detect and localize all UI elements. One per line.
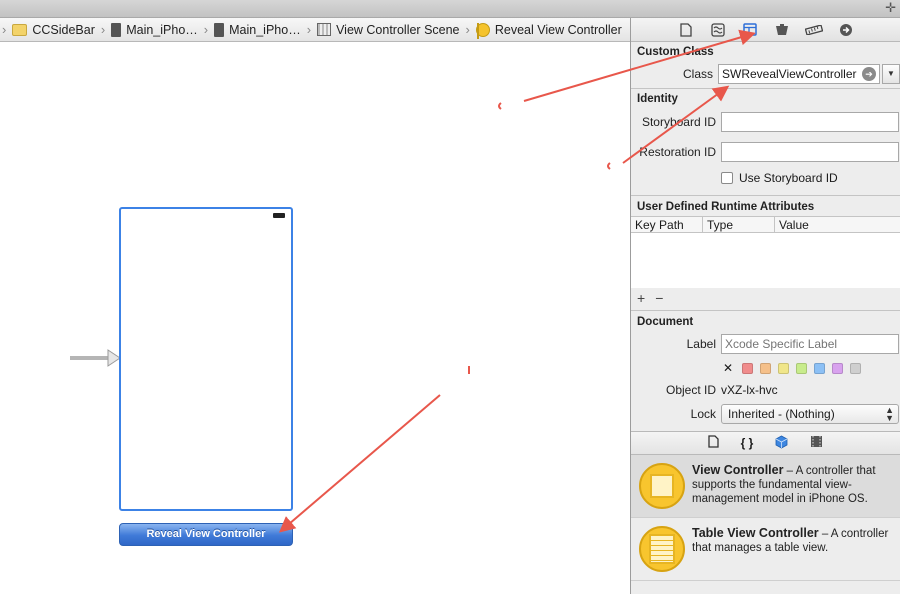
class-label: Class (682, 67, 713, 81)
breadcrumb-label: Reveal View Controller (494, 22, 622, 37)
object-id-value: vXZ-lx-hvc (721, 383, 778, 397)
use-storyboard-id-checkbox[interactable] (721, 172, 733, 184)
battery-icon (273, 213, 285, 218)
class-field[interactable]: SWRevealViewController (718, 64, 880, 84)
storyboard-canvas[interactable]: Reveal View Controller (0, 43, 630, 594)
object-library-icon[interactable] (775, 435, 788, 452)
code-snippets-icon[interactable]: { } (741, 436, 754, 450)
initial-scene-arrow-icon[interactable] (70, 349, 122, 367)
column-header-value[interactable]: Value (775, 217, 813, 232)
chevron-right-icon: › (203, 22, 209, 37)
storyboard-file-icon (214, 22, 225, 37)
label-color-swatch[interactable] (850, 362, 862, 374)
go-to-class-icon[interactable]: ➔ (862, 67, 876, 81)
breadcrumb-project[interactable]: CCSideBar (8, 18, 99, 41)
library-item-table-view-controller[interactable]: Table View Controller – A controller tha… (631, 518, 900, 581)
breadcrumb-label: CCSideBar (32, 22, 95, 37)
view-controller-icon (475, 22, 490, 37)
inspector-tab-bar (631, 18, 900, 42)
size-inspector-icon[interactable] (804, 21, 823, 39)
use-storyboard-id-checkbox-row[interactable]: Use Storyboard ID (631, 167, 900, 189)
label-color-swatch[interactable] (814, 362, 826, 374)
breadcrumb-label: Main_iPho… (126, 22, 198, 37)
folder-icon (12, 23, 28, 36)
runtime-attributes-body[interactable] (631, 233, 900, 288)
custom-class-heading: Custom Class (637, 46, 714, 58)
file-inspector-icon[interactable] (677, 21, 695, 39)
runtime-attributes-heading: User Defined Runtime Attributes (637, 201, 815, 213)
document-label-field[interactable] (721, 334, 899, 354)
class-dropdown-button[interactable]: ▼ (882, 64, 900, 84)
table-view-controller-library-icon (639, 526, 685, 572)
identity-heading: Identity (637, 93, 678, 105)
label-color-swatch[interactable] (742, 362, 754, 374)
chevron-right-icon: › (2, 22, 7, 37)
class-combo-box[interactable]: SWRevealViewController ➔ ▼ (718, 64, 900, 84)
column-header-type[interactable]: Type (703, 217, 775, 232)
runtime-attributes-table[interactable]: Key Path Type Value (631, 216, 900, 288)
breadcrumb-label: View Controller Scene (336, 22, 460, 37)
label-color-swatch[interactable] (832, 362, 844, 374)
runtime-attributes-header: Key Path Type Value (631, 216, 900, 233)
label-color-swatches: ✕ (631, 357, 900, 379)
scene-icon (317, 23, 332, 36)
library-item-title: Table View Controller (692, 526, 819, 540)
remove-attribute-icon[interactable]: − (655, 290, 663, 306)
restoration-id-label: Restoration ID (639, 145, 716, 159)
media-library-icon[interactable] (810, 435, 823, 451)
file-templates-icon[interactable] (708, 435, 719, 451)
clear-label-color-icon[interactable]: ✕ (723, 361, 733, 375)
chevron-right-icon: › (465, 22, 470, 37)
document-heading: Document (637, 316, 694, 328)
attributes-inspector-icon[interactable] (773, 21, 791, 39)
library-tab-bar: { } (631, 431, 900, 455)
restoration-id-field[interactable] (721, 142, 899, 162)
column-header-key-path[interactable]: Key Path (631, 217, 703, 232)
jump-bar: › CCSideBar › Main_iPho… › Main_iPho… › … (0, 18, 630, 42)
label-color-swatch[interactable] (778, 362, 790, 374)
breadcrumb-scene[interactable]: View Controller Scene (313, 18, 463, 41)
lock-popup[interactable]: Inherited - (Nothing) ▲ ▼ (721, 404, 899, 424)
view-controller-library-icon (639, 463, 685, 509)
lock-label: Lock (690, 407, 716, 421)
breadcrumb-label: Main_iPho… (229, 22, 301, 37)
chevron-right-icon: › (306, 22, 312, 37)
top-toolbar-strip: ✛ (0, 0, 900, 18)
quick-help-icon[interactable] (709, 21, 727, 39)
split-editor-icon[interactable]: ✛ (885, 0, 896, 16)
runtime-attributes-controls: + − (631, 288, 900, 308)
label-color-swatch[interactable] (796, 362, 808, 374)
use-storyboard-id-label: Use Storyboard ID (739, 171, 838, 185)
label-color-swatch[interactable] (760, 362, 772, 374)
popup-arrows-icon: ▲ ▼ (885, 405, 894, 423)
chevron-right-icon: › (100, 22, 106, 37)
document-label-label: Label (686, 337, 716, 351)
identity-inspector-icon[interactable] (741, 21, 759, 39)
storyboard-file-icon (111, 22, 122, 37)
lock-value: Inherited - (Nothing) (728, 407, 835, 421)
object-id-label: Object ID (665, 383, 716, 397)
breadcrumb-view-controller[interactable]: Reveal View Controller (472, 18, 626, 41)
library-item-title: View Controller (692, 463, 784, 477)
scene-dock-label[interactable]: Reveal View Controller (119, 523, 293, 546)
library-item-view-controller[interactable]: View Controller – A controller that supp… (631, 455, 900, 518)
view-controller-scene[interactable] (119, 207, 293, 511)
breadcrumb-storyboard[interactable]: Main_iPho… (210, 18, 305, 41)
connections-inspector-icon[interactable] (837, 21, 855, 39)
storyboard-id-label: Storyboard ID (641, 115, 716, 129)
breadcrumb-storyboard-file[interactable]: Main_iPho… (107, 18, 202, 41)
storyboard-id-field[interactable] (721, 112, 899, 132)
add-attribute-icon[interactable]: + (637, 290, 645, 306)
utilities-inspector: Custom Class Class SWRevealViewControlle… (630, 18, 900, 594)
